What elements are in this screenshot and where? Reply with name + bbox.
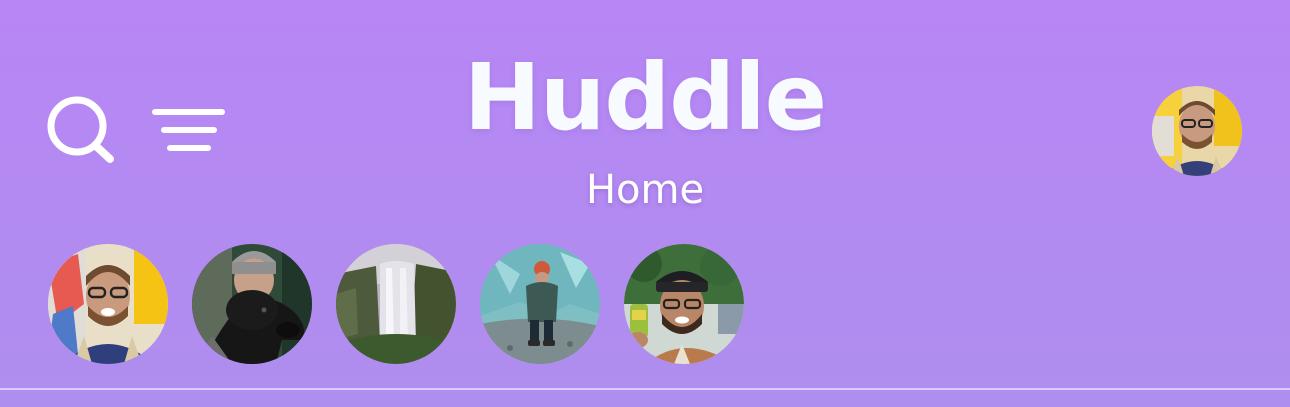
user-avatar[interactable] [1152, 86, 1242, 176]
story-avatar-4[interactable] [480, 244, 600, 364]
story-avatar-1[interactable] [48, 244, 168, 364]
header-divider [0, 388, 1290, 390]
app-header: Huddle Home [0, 0, 1290, 230]
story-avatar-3[interactable] [336, 244, 456, 364]
app-title: Huddle [463, 44, 827, 151]
story-avatar-5[interactable] [624, 244, 744, 364]
page-subtitle: Home [585, 167, 705, 213]
story-avatar-2[interactable] [192, 244, 312, 364]
